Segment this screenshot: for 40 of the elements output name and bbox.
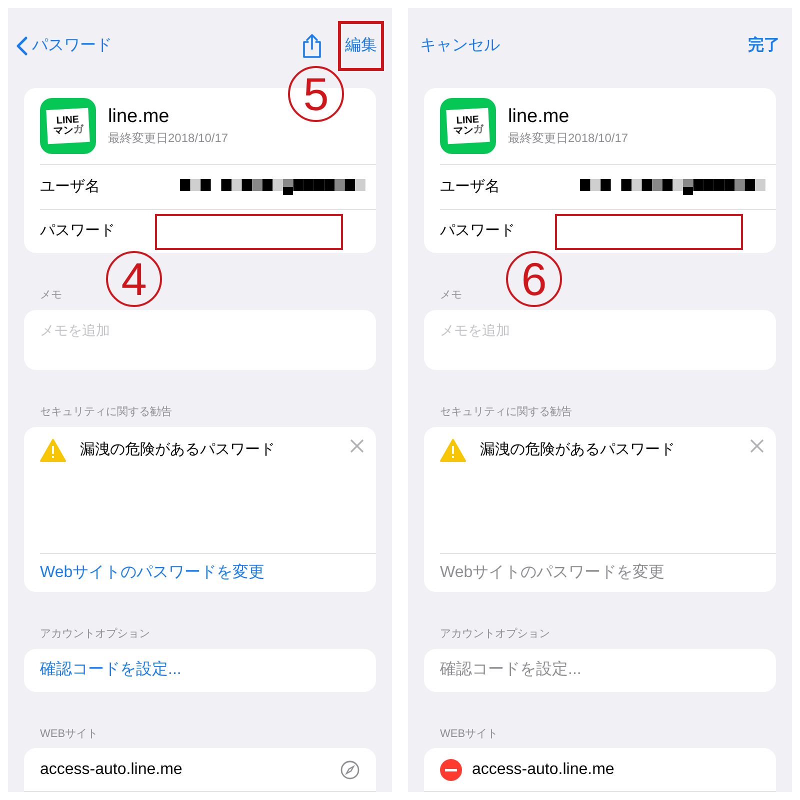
section-header: メモ: [440, 288, 463, 304]
warning-icon: [40, 438, 66, 462]
logo-text: マンガ: [53, 125, 84, 137]
change-password-link[interactable]: Webサイトのパスワードを変更: [40, 560, 265, 585]
chevron-left-icon: [16, 36, 28, 56]
modified-date: 最終変更日2018/10/17: [108, 130, 228, 147]
password-field[interactable]: [555, 214, 743, 250]
annotation-number: 4: [106, 251, 162, 307]
delete-icon[interactable]: [440, 758, 462, 781]
annotation-number: 5: [288, 66, 344, 122]
warning-text: 漏洩の危険があるパスワード: [80, 440, 276, 460]
modified-date: 最終変更日2018/10/17: [508, 130, 628, 147]
nav-right-button[interactable]: 編集: [338, 21, 384, 72]
password-field[interactable]: [155, 214, 343, 250]
section-header: WEBサイト: [40, 726, 100, 742]
logo-text: LINE: [456, 116, 480, 127]
back-button[interactable]: パスワード: [16, 34, 112, 58]
logo-text: マンガ: [453, 125, 484, 137]
warning-text: 漏洩の危険があるパスワード: [480, 440, 676, 460]
section-header: セキュリティに関する勧告: [40, 404, 173, 420]
section-header: アカウントオプション: [40, 626, 151, 642]
close-icon[interactable]: [750, 438, 764, 453]
close-icon[interactable]: [350, 438, 364, 453]
site-name: line.me: [108, 105, 170, 129]
annotation-number: 6: [506, 251, 562, 307]
compass-icon[interactable]: [340, 760, 360, 780]
warning-icon: [440, 438, 466, 462]
section-header: メモ: [40, 288, 63, 304]
site-name: line.me: [508, 105, 570, 129]
username-label: ユーザ名: [40, 176, 100, 197]
back-button[interactable]: キャンセル: [416, 34, 500, 58]
share-icon[interactable]: [302, 33, 322, 60]
nav-right-button[interactable]: 完了: [744, 34, 784, 58]
section-header: WEBサイト: [440, 726, 500, 742]
section-header: アカウントオプション: [440, 626, 551, 642]
password-label: パスワード: [440, 221, 515, 242]
username-label: ユーザ名: [440, 176, 500, 197]
logo-text: LINE: [56, 116, 80, 127]
section-header: セキュリティに関する勧告: [440, 404, 573, 420]
password-label: パスワード: [40, 221, 115, 242]
